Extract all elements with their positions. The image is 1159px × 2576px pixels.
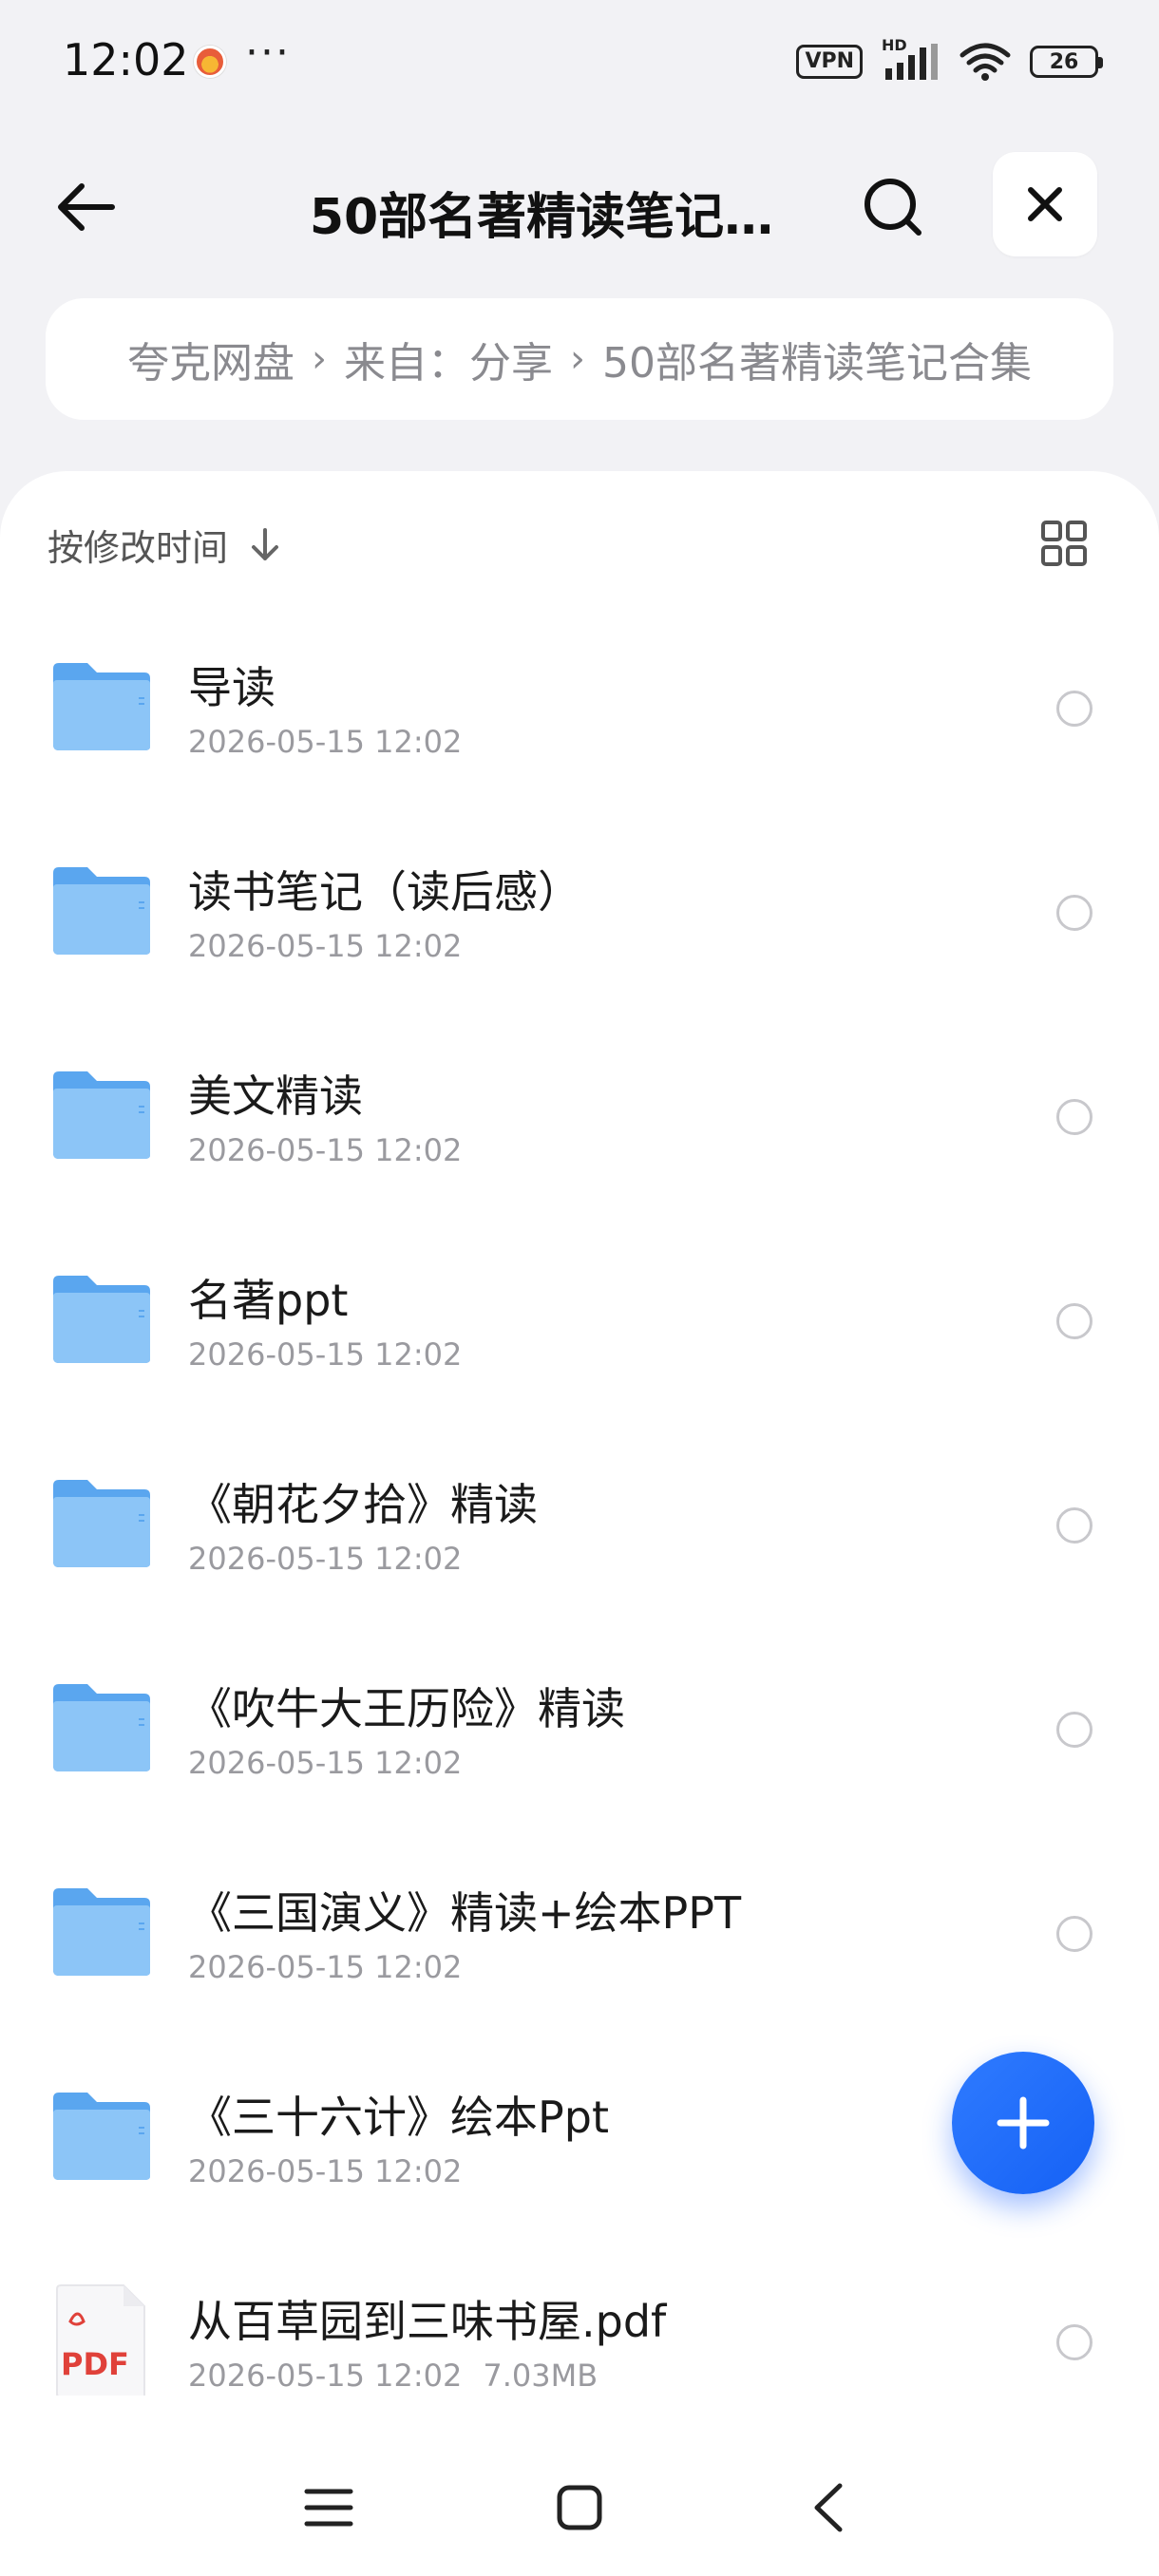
page-title: 50部名著精读笔记… bbox=[309, 189, 774, 246]
file-date: 2026-05-15 12:02 bbox=[188, 1541, 463, 1577]
folder-icon bbox=[53, 1480, 150, 1567]
home-button[interactable] bbox=[542, 2470, 618, 2546]
more-notifications-icon: ··· bbox=[245, 28, 291, 77]
file-row[interactable]: 《朝花夕拾》精读 2026-05-15 12:02 bbox=[0, 1449, 1159, 1654]
system-back-button[interactable] bbox=[790, 2470, 866, 2546]
close-button[interactable] bbox=[993, 152, 1097, 256]
title-bar: 50部名著精读笔记… bbox=[0, 142, 1159, 266]
file-meta: 2026-05-15 12:02 bbox=[188, 724, 462, 760]
status-bar: 12:02 ··· VPN HD 26 bbox=[0, 0, 1159, 123]
close-icon bbox=[1028, 187, 1062, 221]
file-meta: 2026-05-15 12:02 bbox=[188, 1132, 462, 1168]
select-radio[interactable] bbox=[1056, 1916, 1092, 1952]
select-radio[interactable] bbox=[1056, 895, 1092, 931]
grid-view-toggle[interactable] bbox=[1036, 515, 1092, 572]
breadcrumb-item-share[interactable]: 来自：分享 bbox=[344, 329, 553, 389]
breadcrumb-separator-icon: › bbox=[570, 337, 585, 381]
plus-icon bbox=[997, 2096, 1050, 2150]
status-time: 12:02 bbox=[63, 34, 189, 85]
chevron-left-icon bbox=[814, 2483, 843, 2532]
breadcrumb-item-current: 50部名著精读笔记合集 bbox=[602, 339, 1032, 388]
file-name: 名著ppt bbox=[188, 1275, 349, 1326]
file-date: 2026-05-15 12:02 bbox=[188, 724, 463, 760]
breadcrumb-item-root[interactable]: 夸克网盘 bbox=[127, 329, 294, 389]
breadcrumb-separator-icon: › bbox=[312, 337, 327, 381]
pdf-file-icon: PDF bbox=[56, 2284, 145, 2396]
sort-button[interactable]: 按修改时间 bbox=[48, 519, 281, 571]
back-button[interactable] bbox=[48, 169, 124, 245]
vpn-icon: VPN bbox=[796, 45, 863, 79]
file-size: 7.03MB bbox=[483, 2358, 598, 2394]
file-date: 2026-05-15 12:02 bbox=[188, 2358, 463, 2394]
file-row[interactable]: 《三国演义》精读+绘本PPT 2026-05-15 12:02 bbox=[0, 1858, 1159, 2062]
home-square-icon bbox=[557, 2485, 602, 2530]
file-name: 《吹牛大王历险》精读 bbox=[188, 1683, 625, 1734]
select-radio[interactable] bbox=[1056, 1303, 1092, 1339]
sort-label: 按修改时间 bbox=[48, 527, 229, 569]
file-name: 美文精读 bbox=[188, 1070, 363, 1122]
file-row[interactable]: 《吹牛大王历险》精读 2026-05-15 12:02 bbox=[0, 1654, 1159, 1858]
file-meta: 2026-05-15 12:02 bbox=[188, 1949, 462, 1985]
select-radio[interactable] bbox=[1056, 1507, 1092, 1544]
select-radio[interactable] bbox=[1056, 691, 1092, 727]
file-date: 2026-05-15 12:02 bbox=[188, 1336, 463, 1373]
folder-icon bbox=[53, 663, 150, 750]
file-date: 2026-05-15 12:02 bbox=[188, 928, 463, 964]
file-name: 导读 bbox=[188, 662, 276, 713]
file-meta: 2026-05-15 12:02 bbox=[188, 1336, 462, 1373]
folder-icon bbox=[53, 1276, 150, 1363]
select-radio[interactable] bbox=[1056, 1712, 1092, 1748]
recents-button[interactable] bbox=[291, 2470, 367, 2546]
menu-icon bbox=[304, 2489, 353, 2527]
status-icons: VPN HD 26 bbox=[796, 36, 1103, 82]
arrow-down-icon bbox=[252, 527, 279, 560]
file-name: 《三十六计》绘本Ppt bbox=[188, 2092, 609, 2143]
battery-icon: 26 bbox=[1030, 46, 1103, 78]
breadcrumb: 夸克网盘 › 来自：分享 › 50部名著精读笔记合集 bbox=[46, 298, 1113, 420]
file-date: 2026-05-15 12:02 bbox=[188, 1949, 463, 1985]
notification-app-icon bbox=[194, 46, 226, 78]
file-row[interactable]: 名著ppt 2026-05-15 12:02 bbox=[0, 1245, 1159, 1449]
add-button[interactable] bbox=[952, 2052, 1094, 2194]
search-button[interactable] bbox=[855, 169, 931, 245]
file-name: 读书笔记（读后感） bbox=[188, 866, 581, 918]
file-sheet: 按修改时间 导读 2026-05-15 12:02 读书笔记（读后感） 2026… bbox=[0, 471, 1159, 2576]
search-icon bbox=[864, 179, 922, 236]
file-name: 从百草园到三味书屋.pdf bbox=[188, 2296, 667, 2347]
folder-icon bbox=[53, 2093, 150, 2180]
system-nav-bar bbox=[0, 2432, 1159, 2576]
file-meta: 2026-05-15 12:02 bbox=[188, 2153, 462, 2189]
folder-icon bbox=[53, 1888, 150, 1976]
file-name: 《朝花夕拾》精读 bbox=[188, 1479, 538, 1530]
pdf-badge-text: PDF bbox=[61, 2346, 129, 2382]
file-meta: 2026-05-15 12:02 bbox=[188, 928, 462, 964]
file-date: 2026-05-15 12:02 bbox=[188, 2153, 463, 2189]
select-radio[interactable] bbox=[1056, 2324, 1092, 2360]
grid-icon bbox=[1041, 521, 1087, 566]
file-row[interactable]: 导读 2026-05-15 12:02 bbox=[0, 633, 1159, 837]
file-date: 2026-05-15 12:02 bbox=[188, 1745, 463, 1781]
file-meta: 2026-05-15 12:02 bbox=[188, 1745, 462, 1781]
folder-icon bbox=[53, 1684, 150, 1771]
file-row[interactable]: 美文精读 2026-05-15 12:02 bbox=[0, 1041, 1159, 1245]
file-row[interactable]: 读书笔记（读后感） 2026-05-15 12:02 bbox=[0, 837, 1159, 1041]
back-arrow-icon bbox=[58, 183, 115, 231]
wifi-icon bbox=[960, 43, 1011, 81]
select-radio[interactable] bbox=[1056, 1099, 1092, 1135]
file-date: 2026-05-15 12:02 bbox=[188, 1132, 463, 1168]
folder-icon bbox=[53, 1071, 150, 1159]
file-meta: 2026-05-15 12:02 bbox=[188, 1541, 462, 1577]
file-name: 《三国演义》精读+绘本PPT bbox=[188, 1887, 742, 1939]
signal-icon: HD bbox=[882, 36, 940, 82]
file-list: 导读 2026-05-15 12:02 读书笔记（读后感） 2026-05-15… bbox=[0, 633, 1159, 2471]
file-meta: 2026-05-15 12:02 7.03MB bbox=[188, 2358, 598, 2394]
folder-icon bbox=[53, 867, 150, 955]
